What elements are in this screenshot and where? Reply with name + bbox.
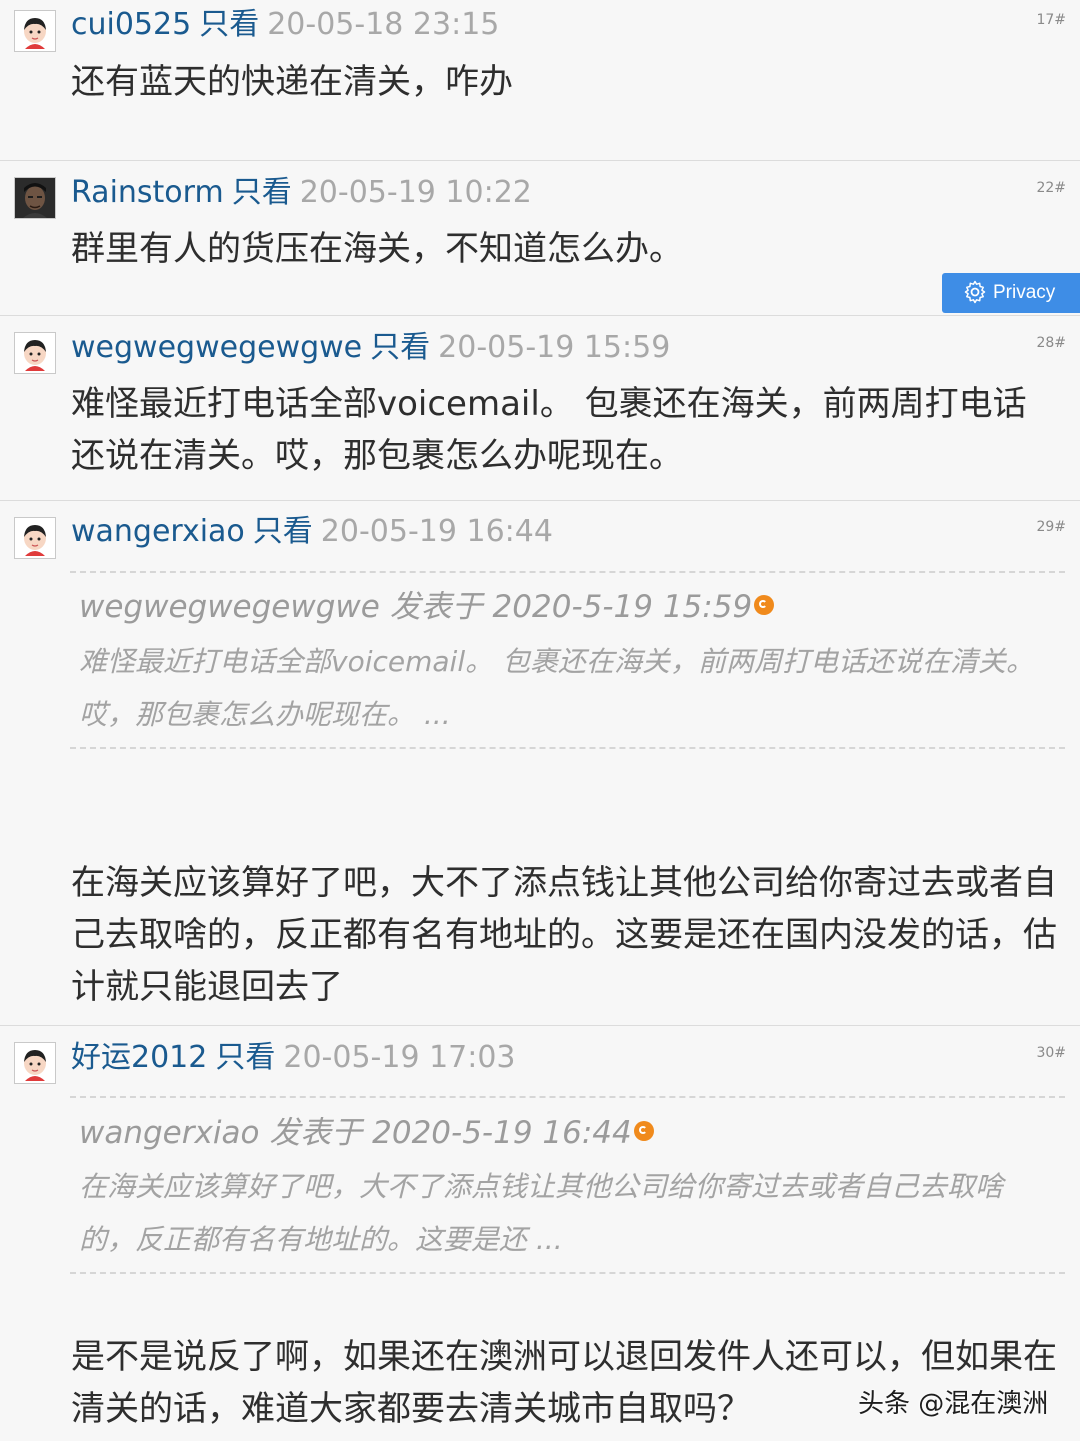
quote-block: wangerxiao 发表于 2020-5-19 16:44 在海关应该算好了吧…	[70, 1096, 1065, 1274]
post-timestamp: 20-05-19 10:22	[299, 175, 532, 210]
username-link[interactable]: 好运2012	[71, 1040, 207, 1075]
post-header: Rainstorm 只看 20-05-19 10:22	[71, 175, 532, 211]
avatar[interactable]	[14, 1042, 56, 1084]
quote-block: wegwegwegewgwe 发表于 2020-5-19 15:59 难怪最近打…	[70, 571, 1065, 749]
post-timestamp: 20-05-19 16:44	[320, 514, 553, 549]
post-29: wangerxiao 只看 20-05-19 16:44 29# wegwegweg…	[0, 501, 1080, 1025]
jump-to-post-icon[interactable]	[633, 1121, 654, 1141]
post-30: 好运2012 只看 20-05-19 17:03 30# wangerxiao 发表…	[0, 1026, 1080, 1441]
post-timestamp: 20-05-19 15:59	[438, 330, 671, 365]
username-link[interactable]: wegwegwegewgwe	[71, 330, 362, 365]
post-timestamp: 20-05-19 17:03	[283, 1040, 516, 1075]
only-view-link[interactable]: 只看	[370, 330, 430, 365]
username-link[interactable]: wangerxiao	[71, 514, 245, 549]
avatar[interactable]	[14, 332, 56, 374]
cartoon-avatar-icon	[15, 518, 55, 558]
username-link[interactable]: cui0525	[71, 7, 191, 42]
post-content: 在海关应该算好了吧，大不了添点钱让其他公司给你寄过去或者自己去取啥的，反正都有名…	[71, 863, 1057, 1007]
quote-header: wangerxiao 发表于 2020-5-19 16:44	[79, 1113, 654, 1153]
quote-body: 在海关应该算好了吧，大不了添点钱让其他公司给你寄过去或者自己去取啥的，反正都有名…	[79, 1170, 1004, 1256]
post-content: 群里有人的货压在海关，不知道怎么办。	[71, 229, 683, 269]
post-17: cui0525 只看 20-05-18 23:15 17# 还有蓝天的快递在清关，咋…	[0, 0, 1080, 160]
post-header: cui0525 只看 20-05-18 23:15	[71, 7, 499, 43]
post-28: wegwegwegewgwe 只看 20-05-19 15:59 28# 难怪最近打…	[0, 316, 1080, 500]
only-view-link[interactable]: 只看	[199, 7, 259, 42]
cartoon-avatar-icon	[15, 11, 55, 51]
floor-number: 17#	[1036, 12, 1066, 28]
post-header: 好运2012 只看 20-05-19 17:03	[71, 1040, 516, 1076]
floor-number: 28#	[1036, 335, 1066, 351]
jump-to-post-icon[interactable]	[754, 595, 775, 615]
post-header: wangerxiao 只看 20-05-19 16:44	[71, 514, 553, 550]
quote-body: 难怪最近打电话全部voicemail。 包裹还在海关，前两周打电话还说在清关。哎…	[79, 645, 1034, 731]
floor-number: 22#	[1036, 180, 1066, 196]
cartoon-avatar-icon	[15, 1043, 55, 1083]
privacy-label: Privacy	[993, 282, 1056, 303]
post-22: Rainstorm 只看 20-05-19 10:22 22# 群里有人的货压在海关…	[0, 161, 1080, 315]
post-timestamp: 20-05-18 23:15	[267, 7, 500, 42]
only-view-link[interactable]: 只看	[232, 175, 292, 210]
quote-header: wegwegwegewgwe 发表于 2020-5-19 15:59	[79, 587, 775, 627]
privacy-button[interactable]: Privacy	[942, 273, 1080, 313]
post-content: 难怪最近打电话全部voicemail。 包裹还在海关，前两周打电话还说在清关。哎…	[71, 384, 1027, 476]
cartoon-avatar-icon	[15, 333, 55, 373]
post-header: wegwegwegewgwe 只看 20-05-19 15:59	[71, 330, 670, 366]
gear-icon	[964, 280, 986, 304]
avatar[interactable]	[14, 517, 56, 559]
photo-avatar-icon	[15, 178, 55, 218]
floor-number: 29#	[1036, 519, 1066, 535]
avatar[interactable]	[14, 177, 56, 219]
quote-source: wangerxiao 发表于 2020-5-19 16:44	[79, 1115, 632, 1151]
only-view-link[interactable]: 只看	[215, 1040, 275, 1075]
only-view-link[interactable]: 只看	[253, 514, 313, 549]
watermark: 头条 @混在澳洲	[858, 1389, 1049, 1419]
username-link[interactable]: Rainstorm	[71, 175, 224, 210]
quote-source: wegwegwegewgwe 发表于 2020-5-19 15:59	[79, 589, 753, 625]
floor-number: 30#	[1036, 1045, 1066, 1061]
avatar[interactable]	[14, 10, 56, 52]
post-content: 还有蓝天的快递在清关，咋办	[71, 62, 513, 102]
